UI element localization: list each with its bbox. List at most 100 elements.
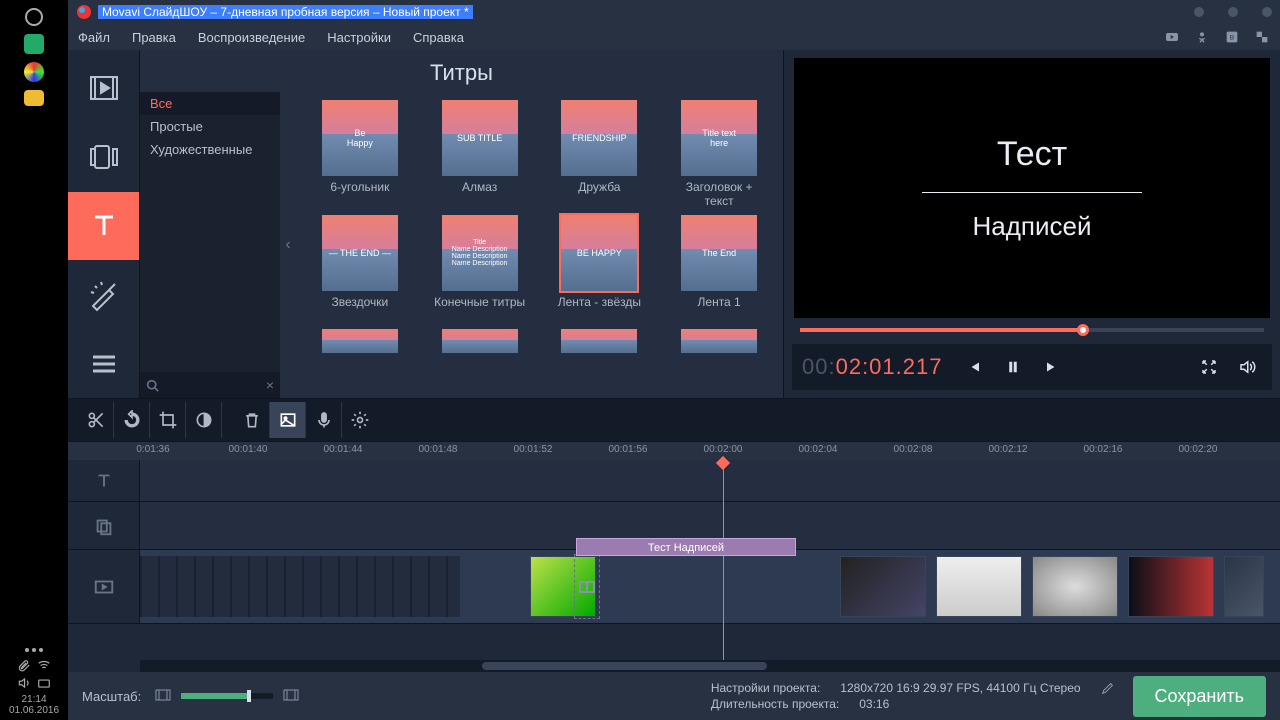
svg-text:B: B: [1230, 35, 1235, 42]
app-icon: [76, 4, 92, 20]
os-app-icon-2[interactable]: [24, 62, 44, 82]
video-clip-4[interactable]: [1032, 556, 1118, 617]
playhead[interactable]: [723, 460, 724, 660]
project-duration-label: Длительность проекта:: [711, 697, 839, 711]
menu-settings[interactable]: Настройки: [327, 30, 391, 45]
seek-bar[interactable]: [800, 322, 1264, 338]
tool-titles[interactable]: [68, 192, 139, 261]
edit-settings-icon[interactable]: [1101, 681, 1115, 695]
timeline-scrollbar[interactable]: [140, 660, 1280, 672]
os-app-icon-1[interactable]: [24, 34, 44, 54]
project-settings-label: Настройки проекта:: [711, 681, 820, 695]
tool-effects[interactable]: [68, 260, 139, 329]
os-more-icon[interactable]: [4, 648, 64, 652]
prev-button[interactable]: [958, 352, 988, 382]
track-titles[interactable]: [68, 460, 1280, 502]
os-clock: 21:14: [4, 694, 64, 705]
category-list: Все Простые Художественные ×: [140, 92, 280, 398]
menu-help[interactable]: Справка: [413, 30, 464, 45]
preview-text-1: Тест: [997, 135, 1067, 174]
title-preset-diamond[interactable]: SUB TITLE: [442, 100, 518, 176]
title-preset-more-3[interactable]: [561, 329, 637, 353]
transition-element[interactable]: [574, 554, 600, 619]
title-preset-ribbon-1[interactable]: The End: [681, 215, 757, 291]
menu-file[interactable]: Файл: [78, 30, 110, 45]
tool-more[interactable]: [68, 329, 139, 398]
window-minimize-icon[interactable]: [1194, 7, 1204, 17]
record-audio-button[interactable]: [306, 402, 342, 438]
keyboard-icon[interactable]: [37, 676, 51, 690]
cut-button[interactable]: [78, 402, 114, 438]
zoom-label: Масштаб:: [82, 689, 141, 704]
os-start-icon[interactable]: [25, 8, 43, 26]
project-settings-value: 1280x720 16:9 29.97 FPS, 44100 Гц Стерео: [840, 681, 1080, 695]
zoom-out-icon[interactable]: [155, 689, 171, 704]
odnoklassniki-icon[interactable]: [1194, 29, 1210, 45]
vk-icon[interactable]: B: [1224, 29, 1240, 45]
collapse-handle[interactable]: ‹: [280, 92, 296, 398]
attachment-icon[interactable]: [17, 658, 31, 672]
crop-button[interactable]: [150, 402, 186, 438]
title-preset-stars[interactable]: — THE END —: [322, 215, 398, 291]
category-all[interactable]: Все: [140, 92, 280, 115]
title-preset-credits[interactable]: Title Name Description Name Description …: [442, 215, 518, 291]
timeline-toolbar: [68, 398, 1280, 442]
preview-text-2: Надписей: [973, 211, 1092, 242]
search-clear-icon[interactable]: ×: [266, 377, 274, 393]
window-close-icon[interactable]: [1262, 7, 1272, 17]
title-preset-more-1[interactable]: [322, 329, 398, 353]
fullscreen-button[interactable]: [1194, 352, 1224, 382]
blank-clip[interactable]: [140, 556, 460, 617]
color-button[interactable]: [186, 402, 222, 438]
zoom-in-icon[interactable]: [283, 689, 299, 704]
preview-controls: 00:02:01.217: [792, 344, 1272, 390]
titles-panel: Титры Все Простые Художественные × ‹ Be …: [140, 50, 784, 398]
delete-button[interactable]: [234, 402, 270, 438]
statusbar: Масштаб: Настройки проекта: 1280x720 16:…: [68, 672, 1280, 720]
track-video[interactable]: Тест Надписей: [68, 550, 1280, 624]
video-clip-3[interactable]: [936, 556, 1022, 617]
volume-icon[interactable]: [17, 676, 31, 690]
rotate-button[interactable]: [114, 402, 150, 438]
menu-edit[interactable]: Правка: [132, 30, 176, 45]
seek-knob[interactable]: [1077, 324, 1089, 336]
save-button[interactable]: Сохранить: [1133, 676, 1266, 717]
wifi-icon[interactable]: [37, 658, 51, 672]
timecode: 00:02:01.217: [802, 354, 942, 380]
volume-button[interactable]: [1232, 352, 1262, 382]
zoom-slider[interactable]: [181, 693, 273, 699]
video-clip-2[interactable]: [840, 556, 926, 617]
properties-button[interactable]: [270, 402, 306, 438]
video-clip-6[interactable]: [1224, 556, 1264, 617]
preview-divider: [922, 192, 1142, 193]
settings-button[interactable]: [342, 402, 378, 438]
os-app-icon-3[interactable]: [24, 90, 44, 106]
title-preset-header-text[interactable]: Title text here: [681, 100, 757, 176]
preview-viewport[interactable]: Тест Надписей: [794, 58, 1270, 318]
tool-filters[interactable]: [68, 123, 139, 192]
category-simple[interactable]: Простые: [140, 115, 280, 138]
category-artistic[interactable]: Художественные: [140, 138, 280, 161]
tool-media[interactable]: [68, 54, 139, 123]
youtube-icon[interactable]: [1164, 29, 1180, 45]
video-clip-5[interactable]: [1128, 556, 1214, 617]
title-preset-more-2[interactable]: [442, 329, 518, 353]
timeline: 0:01:36 00:01:40 00:01:44 00:01:48 00:01…: [68, 442, 1280, 672]
window-maximize-icon[interactable]: [1228, 7, 1238, 17]
menu-playback[interactable]: Воспроизведение: [198, 30, 305, 45]
share-icon[interactable]: [1254, 29, 1270, 45]
title-preset-more-4[interactable]: [681, 329, 757, 353]
next-button[interactable]: [1038, 352, 1068, 382]
category-search[interactable]: ×: [140, 372, 280, 398]
panel-title: Титры: [140, 50, 783, 92]
title-preset-friendship[interactable]: FRIENDSHIP: [561, 100, 637, 176]
title-preset-ribbon-stars[interactable]: BE HAPPY: [561, 215, 637, 291]
scrollbar-thumb[interactable]: [482, 662, 767, 670]
timeline-ruler[interactable]: 0:01:36 00:01:40 00:01:44 00:01:48 00:01…: [68, 442, 1280, 460]
title-clip[interactable]: Тест Надписей: [576, 538, 796, 556]
tool-sidebar: [68, 50, 140, 398]
pause-button[interactable]: [998, 352, 1028, 382]
preview-column: Тест Надписей 00:02:01.217: [784, 50, 1280, 398]
project-duration-value: 03:16: [859, 697, 889, 711]
title-preset-hexagon[interactable]: Be Happy: [322, 100, 398, 176]
